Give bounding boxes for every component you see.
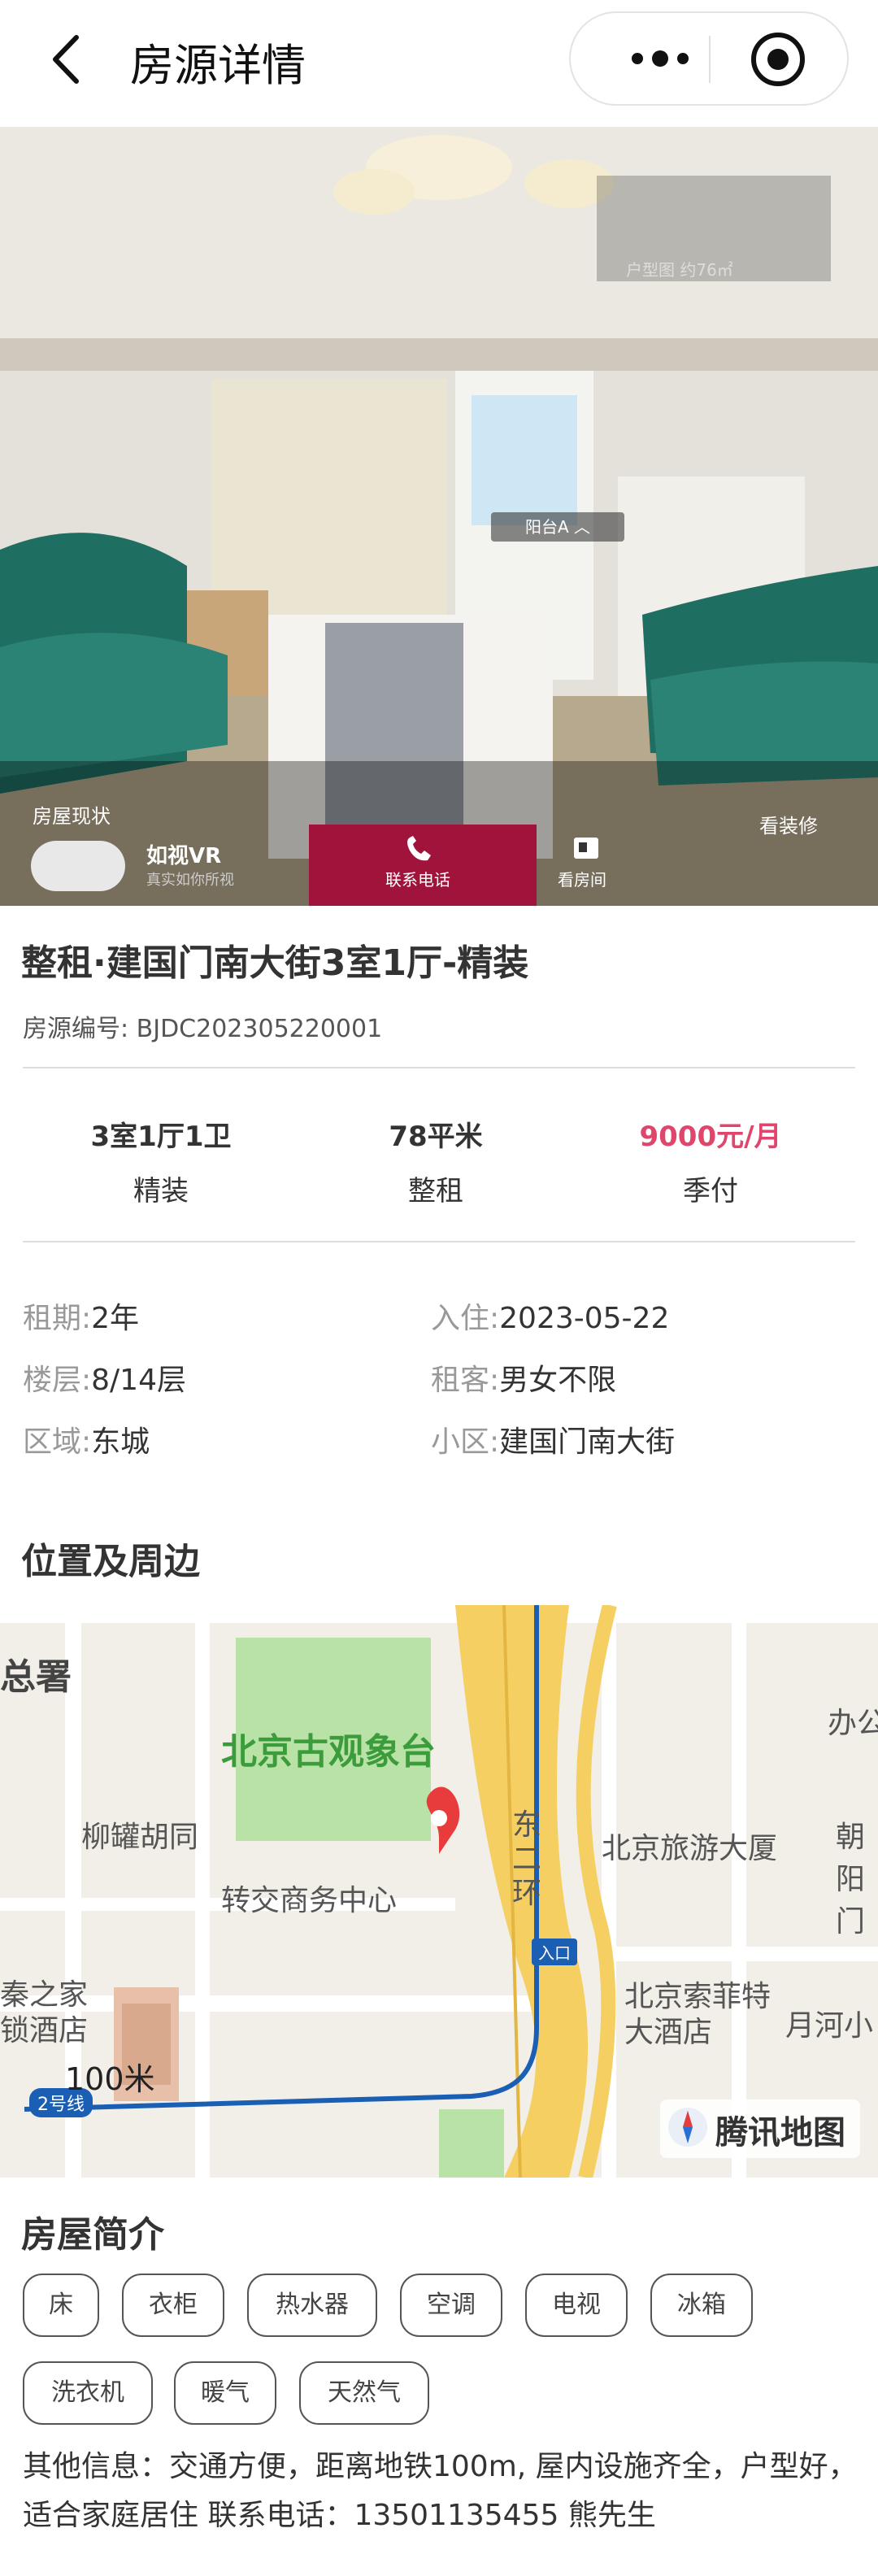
map-label: 北京旅游大厦 bbox=[602, 1832, 778, 1865]
listing-photo[interactable]: 户型图 约76㎡ 阳台A ︿ 房屋现状 看装修 如视VR 真实如你所视 联系电话… bbox=[0, 127, 878, 906]
district-label: 区域: bbox=[23, 1425, 92, 1459]
map-label-entrance: 入口 bbox=[532, 1939, 577, 1965]
facility-tag: 衣柜 bbox=[122, 2274, 224, 2337]
map-label: 总署 bbox=[0, 1656, 72, 1698]
floorplan-label: 户型图 约76㎡ bbox=[626, 260, 733, 280]
listing-number-value: BJDC202305220001 bbox=[136, 1015, 383, 1043]
stat-value: 9000元/月 bbox=[639, 1120, 782, 1153]
room-photo-illustration bbox=[0, 127, 878, 906]
view-room-button[interactable]: 看房间 bbox=[558, 867, 606, 890]
move-in-value: 2023-05-22 bbox=[499, 1302, 670, 1335]
facility-tag: 电视 bbox=[525, 2274, 628, 2337]
stat-sub: 季付 bbox=[683, 1175, 738, 1208]
map-label-ring-road: 东二环 bbox=[512, 1808, 542, 1910]
view-decoration-button[interactable]: 看装修 bbox=[759, 810, 818, 838]
listing-number-label: 房源编号: bbox=[23, 1015, 129, 1043]
view-room-icon[interactable] bbox=[572, 836, 600, 860]
map-compass-icon bbox=[668, 2108, 707, 2147]
stat-sub: 整租 bbox=[408, 1175, 463, 1208]
tenant-info: 租客:男女不限 bbox=[431, 1356, 616, 1399]
facility-tag: 暖气 bbox=[174, 2361, 276, 2425]
floor-info: 楼层:8/14层 bbox=[23, 1356, 186, 1399]
stat-layout: 3室1厅1卫 精装 bbox=[39, 1114, 283, 1208]
facility-tag: 床 bbox=[23, 2274, 99, 2337]
map-label: 北京索菲特大酒店 bbox=[624, 1980, 772, 2049]
phone-icon[interactable] bbox=[402, 833, 437, 865]
stat-area: 78平米 整租 bbox=[314, 1114, 558, 1208]
map-scale: 100米 bbox=[65, 2061, 155, 2097]
community-info: 小区:建国门南大街 bbox=[431, 1418, 675, 1460]
stat-value: 78平米 bbox=[389, 1120, 483, 1153]
room-status-label: 房屋现状 bbox=[33, 805, 111, 828]
capsule-divider bbox=[709, 36, 711, 83]
move-in-date: 入住:2023-05-22 bbox=[431, 1295, 669, 1337]
lease-term-value: 2年 bbox=[91, 1302, 140, 1335]
tenant-value: 男女不限 bbox=[499, 1364, 617, 1397]
facility-tag: 冰箱 bbox=[650, 2274, 753, 2337]
facility-tag: 洗衣机 bbox=[23, 2361, 153, 2425]
map-label: 办公 bbox=[828, 1707, 878, 1740]
location-section-title: 位置及周边 bbox=[21, 1541, 200, 1582]
more-options-icon[interactable] bbox=[619, 37, 701, 80]
community-value: 建国门南大街 bbox=[499, 1425, 676, 1459]
intro-section-title: 房屋简介 bbox=[21, 2214, 164, 2256]
map-label: 锁酒店 bbox=[0, 2014, 89, 2047]
facility-tag: 空调 bbox=[400, 2274, 502, 2337]
map-label-observatory: 北京古观象台 bbox=[221, 1731, 436, 1773]
lease-term: 租期:2年 bbox=[23, 1295, 139, 1337]
vr-avatar-icon[interactable] bbox=[31, 841, 125, 891]
top-bar: 房源详情 bbox=[0, 0, 878, 127]
page-title: 房源详情 bbox=[130, 40, 306, 91]
contact-phone-button[interactable]: 联系电话 bbox=[385, 867, 450, 890]
floor-value: 8/14层 bbox=[91, 1364, 186, 1397]
move-in-label: 入住: bbox=[431, 1302, 500, 1335]
map-label: 月河小 bbox=[785, 2009, 874, 2043]
map-label: 柳罐胡同 bbox=[81, 1821, 199, 1854]
mini-program-capsule bbox=[569, 11, 849, 106]
listing-title: 整租·建国门南大街3室1厅-精装 bbox=[21, 942, 529, 984]
floor-label: 楼层: bbox=[23, 1364, 92, 1397]
lease-term-label: 租期: bbox=[23, 1302, 92, 1335]
tenant-label: 租客: bbox=[431, 1364, 500, 1397]
listing-number: 房源编号: BJDC202305220001 bbox=[23, 1008, 382, 1044]
divider bbox=[23, 1067, 855, 1068]
map-label: 转交商务中心 bbox=[221, 1884, 398, 1917]
stat-value: 3室1厅1卫 bbox=[90, 1120, 232, 1153]
map-provider-name: 腾讯地图 bbox=[715, 2114, 845, 2152]
other-info-text: 其他信息：交通方便，距离地铁100m, 屋内设施齐全，户型好，适合家庭居住 联系… bbox=[23, 2450, 858, 2532]
facility-tag: 天然气 bbox=[299, 2361, 429, 2425]
location-map[interactable]: 总署 北京古观象台 柳罐胡同 转交商务中心 东二环 北京旅游大厦 朝阳门 办公 … bbox=[0, 1605, 878, 2178]
stat-sub: 精装 bbox=[133, 1175, 189, 1208]
district-value: 东城 bbox=[91, 1425, 150, 1459]
close-miniprogram-icon[interactable] bbox=[748, 29, 808, 89]
vr-subtitle: 真实如你所视 bbox=[146, 872, 234, 889]
community-label: 小区: bbox=[431, 1425, 500, 1459]
balcony-hotspot[interactable]: 阳台A ︿ bbox=[491, 512, 624, 542]
stat-price: 9000元/月 季付 bbox=[589, 1114, 832, 1208]
map-label: 朝阳门 bbox=[836, 1821, 866, 1939]
divider bbox=[23, 1241, 855, 1242]
facility-tag: 热水器 bbox=[247, 2274, 377, 2337]
district-info: 区域:东城 bbox=[23, 1418, 150, 1460]
back-arrow-icon[interactable] bbox=[41, 31, 98, 88]
vr-title[interactable]: 如视VR bbox=[146, 839, 221, 869]
